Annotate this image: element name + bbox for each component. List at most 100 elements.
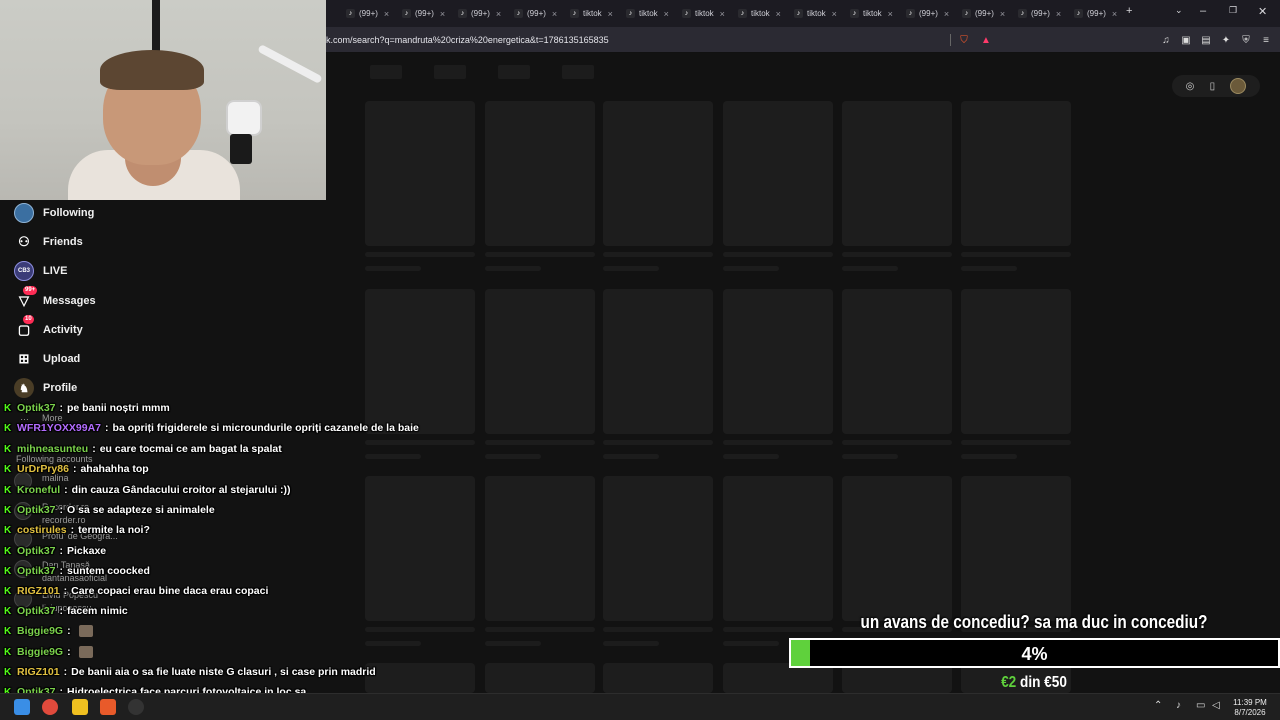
- browser-tab[interactable]: ♪ (99+) ×: [962, 5, 1005, 22]
- chat-text: ba opriți frigiderele si microundurile o…: [112, 422, 419, 434]
- maximize-icon[interactable]: ❐: [1229, 5, 1237, 16]
- chat-message: K WFR1YOXX99A7: ba opriți frigiderele si m…: [4, 422, 419, 434]
- caption-skeleton: [842, 252, 952, 257]
- tab-list-icon[interactable]: ⌄: [1175, 5, 1183, 16]
- browser-tab[interactable]: ♪ (99+) ×: [346, 5, 389, 22]
- brave-icon[interactable]: [100, 699, 116, 715]
- vpn-icon[interactable]: ⛨: [1239, 33, 1253, 47]
- browser-tab[interactable]: ♪ tiktok ×: [738, 5, 781, 22]
- author-skeleton: [723, 266, 779, 271]
- activity-badge: 10: [23, 315, 34, 324]
- browser-tab-label: (99+): [975, 9, 994, 18]
- tiktok-icon: ♪: [570, 9, 579, 18]
- chat-message: K Optik37: facem nimic: [4, 605, 128, 617]
- ai-icon[interactable]: ✦: [1219, 33, 1233, 47]
- sidebar-item-friends[interactable]: ⚇ Friends: [14, 232, 83, 252]
- minimize-icon[interactable]: –: [1200, 5, 1206, 17]
- chat-username: Kroneful: [17, 484, 61, 496]
- browser-tab[interactable]: ♪ (99+) ×: [906, 5, 949, 22]
- device-icon[interactable]: ▯: [1210, 81, 1216, 92]
- new-tab-button[interactable]: +: [1126, 5, 1132, 17]
- sidebar-item-label: Following: [43, 207, 95, 219]
- coin-icon[interactable]: ◎: [1186, 81, 1195, 92]
- browser-tab[interactable]: ♪ tiktok ×: [682, 5, 725, 22]
- app-icon[interactable]: [128, 699, 144, 715]
- browser-tab[interactable]: ♪ tiktok ×: [850, 5, 893, 22]
- close-tab-icon[interactable]: ×: [664, 9, 669, 19]
- video-card-skeleton: [365, 476, 475, 621]
- browser-tab[interactable]: ♪ (99+) ×: [1018, 5, 1061, 22]
- tiktok-icon: ♪: [738, 9, 747, 18]
- video-card-skeleton: [961, 101, 1071, 246]
- chat-message: K Biggie9G:: [4, 625, 93, 637]
- video-card-skeleton: [961, 289, 1071, 434]
- close-tab-icon[interactable]: ×: [384, 9, 389, 19]
- browser-tab[interactable]: ♪ tiktok ×: [794, 5, 837, 22]
- browser-tab[interactable]: ♪ tiktok ×: [570, 5, 613, 22]
- close-tab-icon[interactable]: ×: [944, 9, 949, 19]
- browser-tab[interactable]: ♪ (99+) ×: [1074, 5, 1117, 22]
- close-tab-icon[interactable]: ×: [608, 9, 613, 19]
- wallet-icon[interactable]: ▤: [1199, 33, 1213, 47]
- windows-taskbar: ⌃ ♪ ▭ ◁ 11:39 PM 8/7/2026: [0, 693, 1280, 720]
- tiktok-icon: ♪: [402, 9, 411, 18]
- menu-icon[interactable]: ≡: [1259, 33, 1273, 47]
- caption-skeleton: [842, 440, 952, 445]
- author-skeleton: [961, 266, 1017, 271]
- sidebar-toggle-icon[interactable]: ▣: [1179, 33, 1193, 47]
- chat-separator: :: [59, 565, 64, 577]
- tray-chevron-icon[interactable]: ⌃: [1154, 700, 1162, 711]
- chat-message: K UrDrPry86: ahahahha top: [4, 463, 149, 475]
- sidebar-item-upload[interactable]: ⊞ Upload: [14, 349, 81, 369]
- close-tab-icon[interactable]: ×: [1056, 9, 1061, 19]
- close-tab-icon[interactable]: ×: [440, 9, 445, 19]
- tab-skeleton: [434, 65, 466, 79]
- taskbar-clock[interactable]: 11:39 PM 8/7/2026: [1224, 698, 1276, 718]
- close-window-icon[interactable]: ✕: [1258, 5, 1267, 18]
- sidebar-item-live[interactable]: CB3 LIVE: [14, 261, 67, 281]
- tiktok-icon: ♪: [850, 9, 859, 18]
- close-tab-icon[interactable]: ×: [832, 9, 837, 19]
- author-skeleton: [603, 641, 659, 646]
- close-tab-icon[interactable]: ×: [496, 9, 501, 19]
- sidebar-item-profile[interactable]: ♞ Profile: [14, 378, 77, 398]
- browser-tab[interactable]: ♪ (99+) ×: [458, 5, 501, 22]
- chat-separator: :: [105, 422, 109, 434]
- author-skeleton: [723, 454, 779, 459]
- browser-tab-label: tiktok: [863, 9, 882, 18]
- brave-shield-icon[interactable]: ⛉: [957, 33, 971, 47]
- close-tab-icon[interactable]: ×: [776, 9, 781, 19]
- activity-icon: ▢ 10: [17, 315, 34, 337]
- mic-icon[interactable]: ♪: [1176, 700, 1181, 711]
- avatar[interactable]: [1230, 78, 1247, 94]
- chat-text: ahahahha top: [80, 463, 149, 475]
- clock-date: 8/7/2026: [1234, 708, 1266, 717]
- explorer-icon[interactable]: [72, 699, 88, 715]
- browser-tab[interactable]: ♪ (99+) ×: [514, 5, 557, 22]
- close-tab-icon[interactable]: ×: [1112, 9, 1117, 19]
- start-icon[interactable]: [14, 699, 30, 715]
- chat-separator: :: [67, 625, 71, 637]
- browser-tab-label: (99+): [1087, 9, 1106, 18]
- sidebar-item-activity[interactable]: ▢ 10 Activity: [14, 315, 83, 340]
- video-card-skeleton: [842, 289, 952, 434]
- url-text[interactable]: k.com/search?q=mandruta%20criza%20energe…: [326, 35, 609, 45]
- chat-message: K Optik37: pe banii noștri mmm: [4, 402, 170, 414]
- goal-separator: din: [1016, 674, 1045, 691]
- display-icon[interactable]: ▭: [1196, 700, 1205, 711]
- sidebar-item-messages[interactable]: ▽ 99+ Messages: [14, 286, 96, 311]
- sidebar-item-label: Activity: [43, 324, 83, 336]
- chat-username: RIGZ101: [17, 585, 60, 597]
- video-card-skeleton: [485, 663, 595, 693]
- sidebar-item-following[interactable]: Following: [14, 203, 94, 223]
- close-tab-icon[interactable]: ×: [552, 9, 557, 19]
- close-tab-icon[interactable]: ×: [888, 9, 893, 19]
- browser-tab[interactable]: ♪ (99+) ×: [402, 5, 445, 22]
- close-tab-icon[interactable]: ×: [1000, 9, 1005, 19]
- media-icon[interactable]: ♫: [1159, 33, 1173, 47]
- rewards-icon[interactable]: ▲: [979, 33, 993, 47]
- chrome-icon[interactable]: [42, 699, 58, 715]
- close-tab-icon[interactable]: ×: [720, 9, 725, 19]
- browser-tab[interactable]: ♪ tiktok ×: [626, 5, 669, 22]
- volume-icon[interactable]: ◁: [1212, 700, 1220, 711]
